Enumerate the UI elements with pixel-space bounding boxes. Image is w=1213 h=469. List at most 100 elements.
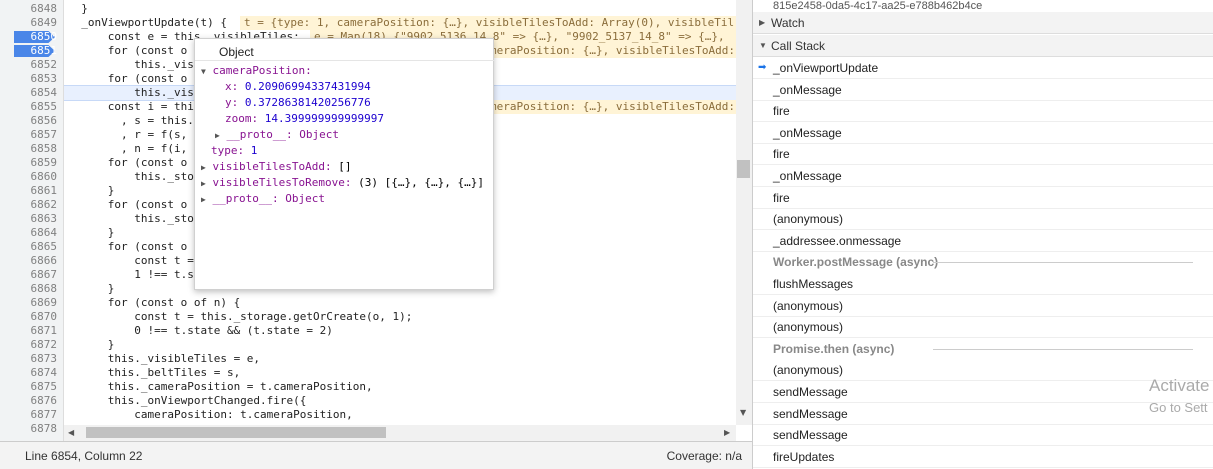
call-frame[interactable]: sendMessage bbox=[753, 403, 1213, 425]
call-frame[interactable]: fire bbox=[753, 187, 1213, 209]
prop-zoom: zoom: 14.399999999999997 bbox=[225, 112, 384, 125]
code-line[interactable]: , s = this. bbox=[64, 114, 194, 128]
code-line[interactable]: cameraPosition: t.cameraPosition, bbox=[64, 408, 353, 422]
code-line[interactable]: this._cameraPosition = t.cameraPosition, bbox=[64, 380, 373, 394]
call-frame[interactable]: (anonymous) bbox=[753, 295, 1213, 317]
call-frame[interactable]: flushMessages bbox=[753, 273, 1213, 295]
line-number[interactable]: 6855 bbox=[0, 100, 64, 114]
call-frame[interactable]: _onMessage bbox=[753, 79, 1213, 101]
scroll-down-arrow-icon[interactable]: ▼ bbox=[740, 408, 746, 417]
code-line[interactable]: const t = bbox=[64, 254, 194, 268]
watch-section-header[interactable]: ▶ Watch bbox=[753, 12, 1213, 34]
code-line[interactable]: _onViewportUpdate(t) { bbox=[64, 16, 227, 30]
line-number[interactable]: 6851 bbox=[0, 44, 64, 58]
call-frame[interactable]: (anonymous) bbox=[753, 359, 1213, 382]
code-line[interactable]: for (const o bbox=[64, 198, 187, 212]
scroll-right-arrow-icon[interactable]: ▶ bbox=[724, 428, 730, 437]
call-frame[interactable]: _onMessage bbox=[753, 122, 1213, 144]
line-number[interactable]: 6857 bbox=[0, 128, 64, 142]
code-line[interactable]: } bbox=[64, 2, 88, 16]
code-line[interactable]: for (const o bbox=[64, 44, 187, 58]
code-line[interactable]: } bbox=[64, 226, 115, 240]
code-line[interactable]: this._visibleTiles = e, bbox=[64, 352, 260, 366]
line-number[interactable]: 6873 bbox=[0, 352, 64, 366]
vertical-scrollbar[interactable] bbox=[736, 0, 752, 425]
code-line[interactable]: , r = f(s, bbox=[64, 128, 187, 142]
code-line[interactable]: this._vis bbox=[64, 58, 194, 72]
code-line[interactable]: this._beltTiles = s, bbox=[64, 366, 240, 380]
line-number[interactable]: 6877 bbox=[0, 408, 64, 422]
frame-label: (anonymous) bbox=[773, 212, 844, 227]
code-line[interactable]: } bbox=[64, 282, 115, 296]
tree-item-visibleTilesToAdd[interactable]: ▶ visibleTilesToAdd: [] bbox=[201, 159, 352, 175]
line-number[interactable]: 6863 bbox=[0, 212, 64, 226]
frame-label: flushMessages bbox=[773, 277, 854, 291]
code-line[interactable]: this._sto bbox=[64, 212, 194, 226]
coverage-status[interactable]: Coverage: n/a bbox=[667, 449, 742, 463]
line-number[interactable]: 6870 bbox=[0, 310, 64, 324]
call-frame[interactable]: (anonymous) bbox=[753, 316, 1213, 339]
code-line[interactable]: const i = thi bbox=[64, 100, 194, 114]
code-line[interactable]: } bbox=[64, 338, 115, 352]
call-frame[interactable]: sendMessage bbox=[753, 424, 1213, 447]
call-frame[interactable]: fire bbox=[753, 100, 1213, 123]
code-line[interactable]: 0 !== t.state && (t.state = 2) bbox=[64, 324, 333, 338]
line-number[interactable]: 6852 bbox=[0, 58, 64, 72]
line-number[interactable]: 6876 bbox=[0, 394, 64, 408]
line-number[interactable]: 6867 bbox=[0, 268, 64, 282]
code-line[interactable]: for (const o bbox=[64, 240, 187, 254]
line-number[interactable]: 6850 bbox=[0, 30, 64, 44]
code-line[interactable]: const t = this._storage.getOrCreate(o, 1… bbox=[64, 310, 412, 324]
tree-item-proto[interactable]: ▶ __proto__: Object bbox=[215, 127, 339, 143]
truncated-id-row[interactable]: 815e2458-0da5-4c17-aa25-e788b462b4ce bbox=[753, 0, 1213, 12]
code-line[interactable]: , n = f(i, bbox=[64, 142, 187, 156]
line-number[interactable]: 6861 bbox=[0, 184, 64, 198]
horizontal-scroll-thumb[interactable] bbox=[86, 427, 386, 438]
line-gutter[interactable]: 6848 6849 6850 6851 6852 6853 6854 6855 6856 6857… bbox=[0, 0, 64, 441]
line-number[interactable]: 6875 bbox=[0, 380, 64, 394]
tree-item-visibleTilesToRemove[interactable]: ▶ visibleTilesToRemove: (3) [{…}, {…}, {… bbox=[201, 175, 484, 191]
line-number[interactable]: 6865 bbox=[0, 240, 64, 254]
line-number[interactable]: 6878 bbox=[0, 422, 64, 436]
line-number[interactable]: 6862 bbox=[0, 198, 64, 212]
line-number[interactable]: 6856 bbox=[0, 114, 64, 128]
line-number[interactable]: 6853 bbox=[0, 72, 64, 86]
code-line[interactable]: for (const o of n) { bbox=[64, 296, 240, 310]
line-number[interactable]: 6871 bbox=[0, 324, 64, 338]
vertical-scroll-thumb[interactable] bbox=[737, 160, 750, 178]
line-number[interactable]: 6859 bbox=[0, 156, 64, 170]
scroll-left-arrow-icon[interactable]: ◀ bbox=[68, 428, 74, 437]
collapsed-triangle-icon: ▶ bbox=[759, 18, 766, 27]
line-number[interactable]: 6849 bbox=[0, 16, 64, 30]
line-number[interactable]: 6866 bbox=[0, 254, 64, 268]
tree-item-proto-root[interactable]: ▶ __proto__: Object bbox=[201, 191, 325, 207]
line-number[interactable]: 6860 bbox=[0, 170, 64, 184]
call-frame[interactable]: fireUpdates bbox=[753, 446, 1213, 468]
code-line[interactable]: this._sto bbox=[64, 170, 194, 184]
line-number[interactable]: 6864 bbox=[0, 226, 64, 240]
code-line[interactable]: for (const o bbox=[64, 156, 187, 170]
frame-label: (anonymous) bbox=[773, 320, 844, 335]
prop-y: y: 0.37286381420256776 bbox=[225, 96, 371, 109]
call-frame[interactable]: _addressee.onmessage bbox=[753, 230, 1213, 252]
code-line[interactable]: this._onViewportChanged.fire({ bbox=[64, 394, 307, 408]
object-preview-popover[interactable]: Object ▼ cameraPosition: x: 0.2090699433… bbox=[194, 38, 495, 290]
line-number[interactable]: 6848 bbox=[0, 2, 64, 16]
call-frame[interactable]: sendMessage bbox=[753, 381, 1213, 403]
call-frame[interactable]: fire bbox=[753, 143, 1213, 166]
source-editor[interactable]: 6848 6849 6850 6851 6852 6853 6854 6855 6856 6857… bbox=[0, 0, 752, 469]
line-number[interactable]: 6868 bbox=[0, 282, 64, 296]
call-frame[interactable]: (anonymous) bbox=[753, 208, 1213, 231]
code-line[interactable]: 1 !== t.s bbox=[64, 268, 194, 282]
line-number[interactable]: 6858 bbox=[0, 142, 64, 156]
call-frame[interactable]: _onMessage bbox=[753, 165, 1213, 187]
line-number[interactable]: 6874 bbox=[0, 366, 64, 380]
line-number[interactable]: 6872 bbox=[0, 338, 64, 352]
code-line[interactable]: } bbox=[64, 184, 115, 198]
line-number[interactable]: 6869 bbox=[0, 296, 64, 310]
tree-item-cameraPosition[interactable]: ▼ cameraPosition: bbox=[201, 63, 312, 79]
code-line[interactable]: for (const o bbox=[64, 72, 187, 86]
call-frame[interactable]: ➡ _onViewportUpdate bbox=[753, 57, 1213, 79]
call-stack-section-header[interactable]: ▼ Call Stack bbox=[753, 35, 1213, 57]
line-number[interactable]: 6854 bbox=[0, 86, 64, 100]
